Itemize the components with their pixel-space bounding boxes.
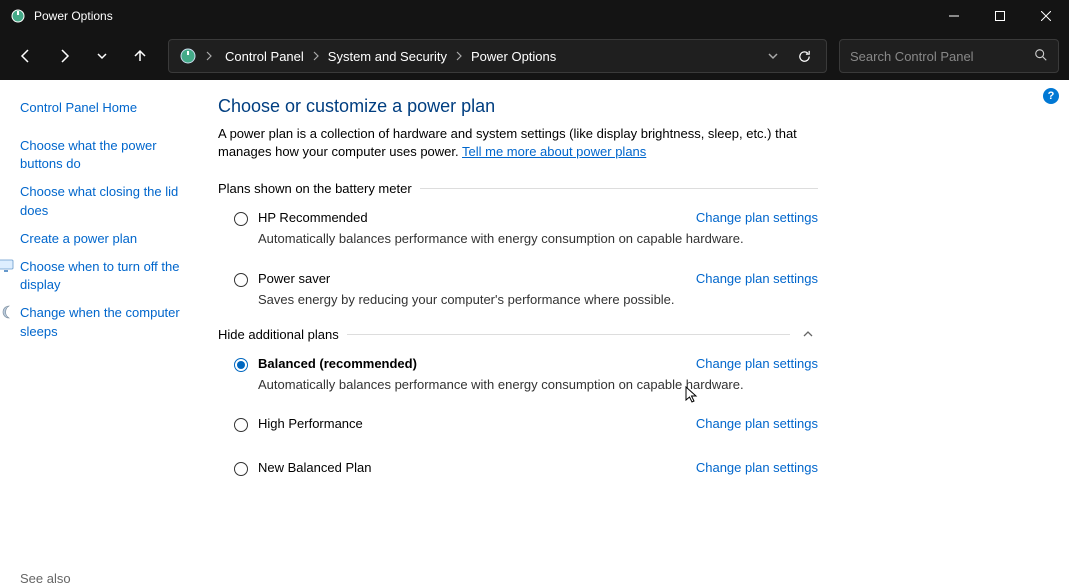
- chevron-right-icon: [455, 51, 463, 61]
- plan-row-power-saver: Power saver Change plan settings: [218, 267, 818, 291]
- up-button[interactable]: [124, 40, 156, 72]
- change-plan-settings-link[interactable]: Change plan settings: [696, 271, 818, 286]
- change-plan-settings-link[interactable]: Change plan settings: [696, 416, 818, 431]
- search-input[interactable]: [850, 49, 1034, 64]
- sidebar-link-label: Choose when to turn off the display: [20, 258, 198, 294]
- change-plan-settings-link[interactable]: Change plan settings: [696, 210, 818, 225]
- divider: [420, 188, 818, 189]
- plan-row-new-balanced: New Balanced Plan Change plan settings: [218, 456, 818, 480]
- sidebar-link-label: Change when the computer sleeps: [20, 304, 198, 340]
- sidebar-home-label: Control Panel Home: [20, 100, 137, 115]
- collapse-button[interactable]: [798, 328, 818, 340]
- monitor-icon: [0, 258, 14, 274]
- address-bar[interactable]: Control Panel System and Security Power …: [168, 39, 827, 73]
- battery-section-header: Plans shown on the battery meter: [218, 181, 818, 196]
- page-heading: Choose or customize a power plan: [218, 96, 818, 117]
- see-also-section: See also Windows Mobility Center User Ac…: [20, 571, 198, 585]
- titlebar: Power Options: [0, 0, 1069, 32]
- forward-button[interactable]: [48, 40, 80, 72]
- chevron-right-icon: [205, 51, 213, 61]
- sidebar-link-label: Create a power plan: [20, 230, 198, 248]
- plan-name[interactable]: Power saver: [258, 271, 686, 286]
- control-panel-home-link[interactable]: Control Panel Home: [20, 100, 198, 115]
- plan-description: Automatically balances performance with …: [258, 230, 818, 248]
- plan-radio[interactable]: [234, 273, 248, 287]
- sidebar-link-power-buttons[interactable]: Choose what the power buttons do: [20, 137, 198, 173]
- chevron-right-icon: [312, 51, 320, 61]
- divider: [347, 334, 790, 335]
- address-icon: [179, 47, 197, 65]
- plan-description: Automatically balances performance with …: [258, 376, 818, 394]
- page-description: A power plan is a collection of hardware…: [218, 125, 818, 161]
- app-icon: [10, 8, 26, 24]
- window-title: Power Options: [34, 9, 931, 23]
- plan-name[interactable]: New Balanced Plan: [258, 460, 686, 475]
- minimize-button[interactable]: [931, 0, 977, 32]
- breadcrumb-item[interactable]: System and Security: [324, 47, 451, 66]
- moon-icon: [0, 304, 14, 320]
- see-also-heading: See also: [20, 571, 198, 585]
- nav-toolbar: Control Panel System and Security Power …: [0, 32, 1069, 80]
- plan-row-balanced: Balanced (recommended) Change plan setti…: [218, 352, 818, 376]
- window-controls: [931, 0, 1069, 32]
- plan-row-high-performance: High Performance Change plan settings: [218, 412, 818, 436]
- section-title: Hide additional plans: [218, 327, 339, 342]
- additional-section-header[interactable]: Hide additional plans: [218, 327, 818, 342]
- recent-locations-button[interactable]: [86, 40, 118, 72]
- back-button[interactable]: [10, 40, 42, 72]
- refresh-button[interactable]: [792, 49, 816, 64]
- main-panel: Choose or customize a power plan A power…: [210, 80, 1069, 585]
- plan-radio[interactable]: [234, 462, 248, 476]
- plan-radio[interactable]: [234, 212, 248, 226]
- sidebar-link-label: Choose what closing the lid does: [20, 183, 198, 219]
- change-plan-settings-link[interactable]: Change plan settings: [696, 460, 818, 475]
- search-icon[interactable]: [1034, 48, 1048, 65]
- close-button[interactable]: [1023, 0, 1069, 32]
- sidebar-link-label: Choose what the power buttons do: [20, 137, 198, 173]
- breadcrumb: Control Panel System and Security Power …: [221, 47, 754, 66]
- plan-name[interactable]: HP Recommended: [258, 210, 686, 225]
- address-dropdown-button[interactable]: [762, 50, 784, 62]
- sidebar-link-close-lid[interactable]: Choose what closing the lid does: [20, 183, 198, 219]
- plan-name[interactable]: Balanced (recommended): [258, 356, 686, 371]
- sidebar: Control Panel Home Choose what the power…: [0, 80, 210, 585]
- plan-name[interactable]: High Performance: [258, 416, 686, 431]
- search-field[interactable]: [839, 39, 1059, 73]
- sidebar-link-sleep[interactable]: Change when the computer sleeps: [0, 304, 198, 340]
- maximize-button[interactable]: [977, 0, 1023, 32]
- plan-row-hp-recommended: HP Recommended Change plan settings: [218, 206, 818, 230]
- sidebar-link-create-plan[interactable]: Create a power plan: [20, 230, 198, 248]
- breadcrumb-item[interactable]: Power Options: [467, 47, 560, 66]
- window-frame: Power Options: [0, 0, 1069, 585]
- breadcrumb-item[interactable]: Control Panel: [221, 47, 308, 66]
- change-plan-settings-link[interactable]: Change plan settings: [696, 356, 818, 371]
- plan-radio[interactable]: [234, 358, 248, 372]
- sidebar-link-display-off[interactable]: Choose when to turn off the display: [0, 258, 198, 294]
- section-title: Plans shown on the battery meter: [218, 181, 412, 196]
- help-button[interactable]: ?: [1043, 88, 1059, 104]
- tell-me-more-link[interactable]: Tell me more about power plans: [462, 144, 646, 159]
- plan-radio[interactable]: [234, 418, 248, 432]
- plan-description: Saves energy by reducing your computer's…: [258, 291, 818, 309]
- content-area: ? Control Panel Home Choose what the pow…: [0, 80, 1069, 585]
